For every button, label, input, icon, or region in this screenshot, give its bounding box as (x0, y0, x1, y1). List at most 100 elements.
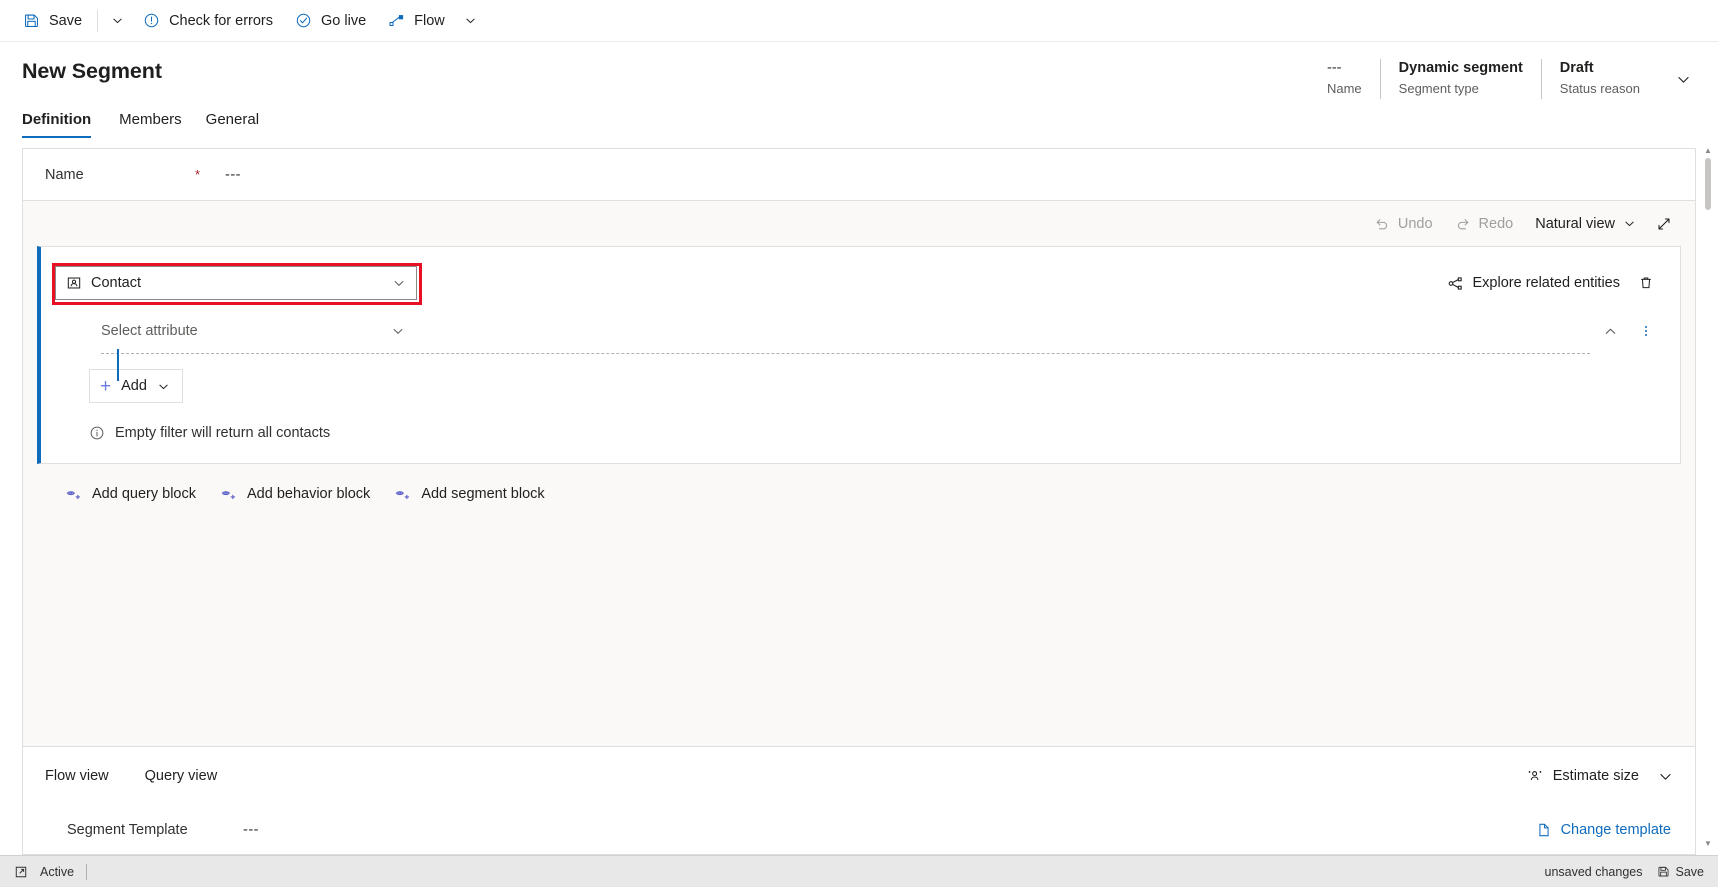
collapse-attribute-button[interactable] (1594, 315, 1626, 347)
tab-definition[interactable]: Definition (22, 110, 103, 138)
header-status-reason-label: Status reason (1559, 81, 1640, 96)
query-block-actions: Explore related entities (1439, 267, 1663, 299)
chevron-down-icon (391, 324, 405, 338)
command-divider (97, 9, 99, 32)
tab-members-label: Members (119, 111, 182, 128)
document-icon (1536, 822, 1552, 838)
query-block-info: Empty filter will return all contacts (41, 403, 1680, 463)
info-circle-icon (89, 425, 105, 441)
plus-icon: + (100, 375, 112, 397)
query-block-header: Contact Explore related entities (41, 263, 1680, 305)
tab-members[interactable]: Members (107, 110, 194, 138)
check-for-errors-button[interactable]: Check for errors (132, 1, 284, 41)
add-condition-button[interactable]: + Add (89, 369, 183, 403)
undo-button[interactable]: Undo (1363, 207, 1444, 241)
checkmark-circle-icon (295, 12, 312, 29)
add-behavior-block-button[interactable]: Add behavior block (208, 478, 382, 510)
entity-select[interactable]: Contact (52, 263, 422, 305)
delete-query-block-button[interactable] (1630, 267, 1662, 299)
definition-card: Name * --- Undo Redo Natural view Contac… (22, 148, 1696, 855)
add-block-icon (65, 486, 82, 503)
required-marker: * (195, 167, 201, 182)
save-options-caret[interactable] (102, 1, 132, 41)
chevron-down-icon (392, 276, 406, 290)
segment-template-value: --- (243, 821, 259, 838)
attribute-select-placeholder: Select attribute (101, 323, 198, 339)
flow-view-tab[interactable]: Flow view (45, 762, 121, 790)
page-header: New Segment --- Name Dynamic segment Seg… (0, 42, 1718, 102)
go-live-button[interactable]: Go live (284, 1, 377, 41)
entity-select-value: Contact (91, 275, 141, 291)
expand-canvas-button[interactable] (1647, 207, 1681, 241)
add-query-block-label: Add query block (92, 486, 196, 502)
status-divider (86, 863, 88, 880)
tab-definition-label: Definition (22, 111, 92, 128)
chevron-up-icon (1603, 324, 1618, 339)
add-block-icon (220, 486, 237, 503)
redo-button[interactable]: Redo (1444, 207, 1525, 241)
estimate-size-button[interactable]: Estimate size (1518, 760, 1647, 792)
estimate-actions: Estimate size (1518, 760, 1681, 792)
flow-view-label: Flow view (45, 768, 109, 784)
add-block-icon (394, 486, 411, 503)
scroll-down-arrow[interactable]: ▼ (1703, 837, 1713, 849)
flow-options-caret[interactable] (456, 1, 486, 41)
name-field-value[interactable]: --- (225, 167, 241, 183)
header-segment-type-value: Dynamic segment (1398, 60, 1523, 76)
redo-label: Redo (1478, 215, 1514, 232)
change-template-button[interactable]: Change template (1526, 816, 1681, 844)
page-title: New Segment (22, 59, 162, 83)
segment-canvas: Undo Redo Natural view Contact Explore r… (23, 201, 1695, 746)
check-for-errors-label: Check for errors (169, 12, 274, 29)
scroll-up-arrow[interactable]: ▲ (1703, 144, 1713, 156)
error-circle-icon (143, 12, 160, 29)
tab-general[interactable]: General (194, 110, 271, 138)
estimate-size-label: Estimate size (1552, 768, 1639, 784)
unsaved-changes-label: unsaved changes (1544, 864, 1643, 879)
redo-icon (1455, 216, 1471, 232)
save-button[interactable]: Save (12, 1, 93, 41)
header-name-label: Name (1326, 81, 1362, 96)
bottom-panel: Flow view Query view Estimate size Segme… (23, 746, 1695, 854)
name-field-label: Name (45, 166, 84, 183)
header-expand-button[interactable] (1666, 59, 1700, 99)
attribute-more-button[interactable] (1630, 315, 1662, 347)
explore-related-entities-button[interactable]: Explore related entities (1439, 267, 1629, 299)
add-segment-block-label: Add segment block (421, 486, 545, 502)
view-mode-selector[interactable]: Natural view (1524, 207, 1647, 241)
flow-button[interactable]: Flow (377, 1, 456, 41)
attribute-select[interactable]: Select attribute (101, 316, 411, 346)
open-in-new-icon[interactable] (10, 865, 32, 879)
flow-label: Flow (414, 12, 445, 29)
header-summary: --- Name Dynamic segment Segment type Dr… (1309, 59, 1700, 99)
add-behavior-block-label: Add behavior block (246, 486, 371, 502)
undo-label: Undo (1397, 215, 1433, 232)
tab-strip: Definition Members General (0, 102, 1718, 138)
chevron-down-icon (1658, 769, 1673, 784)
vertical-scrollbar[interactable]: ▲ ▼ (1703, 146, 1713, 848)
add-query-block-button[interactable]: Add query block (57, 478, 208, 510)
status-bar-right: unsaved changes Save (1545, 865, 1705, 879)
people-icon (1526, 767, 1544, 785)
estimate-expand-button[interactable] (1649, 760, 1681, 792)
attribute-divider (101, 353, 1590, 354)
scrollbar-thumb[interactable] (1705, 158, 1711, 210)
status-save-button[interactable]: Save (1657, 864, 1705, 879)
segment-template-row: Segment Template --- Change template (23, 805, 1695, 854)
query-block-info-text: Empty filter will return all contacts (115, 425, 331, 441)
contact-entity-icon (66, 275, 82, 291)
app-root: Save Check for errors Go live Flow New S… (0, 0, 1718, 887)
status-save-label: Save (1675, 864, 1705, 879)
save-icon (23, 12, 40, 29)
segment-template-label: Segment Template (67, 821, 188, 838)
query-view-tab[interactable]: Query view (133, 762, 230, 790)
content-area: Name * --- Undo Redo Natural view Contac… (0, 138, 1718, 855)
add-condition-label: Add (121, 378, 147, 394)
name-field-row: Name * --- (23, 149, 1695, 201)
chevron-down-icon (111, 14, 124, 27)
explore-related-entities-label: Explore related entities (1472, 275, 1621, 291)
canvas-toolbar: Undo Redo Natural view (23, 201, 1695, 246)
add-segment-block-button[interactable]: Add segment block (382, 478, 556, 510)
view-switch-row: Flow view Query view Estimate size (23, 747, 1695, 805)
header-name-value: --- (1326, 60, 1342, 76)
